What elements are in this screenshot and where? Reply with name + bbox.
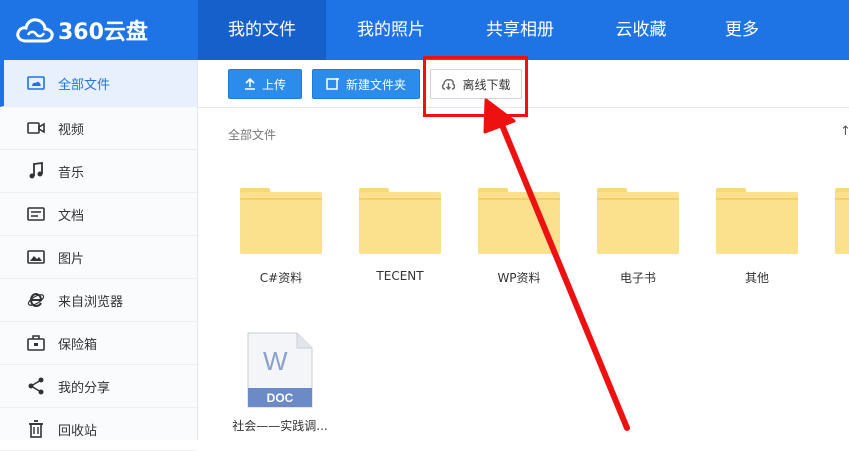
app-logo[interactable]: 360云盘 xyxy=(16,14,148,46)
upload-label: 上传 xyxy=(261,77,286,92)
brand-name: 360云盘 xyxy=(58,20,148,45)
nav-more[interactable]: 更多 xyxy=(698,0,786,60)
sort-arrow-icon[interactable]: ↑ xyxy=(840,124,849,139)
sidebar-item-label: 保险箱 xyxy=(58,337,98,353)
sidebar-item-music[interactable]: 音乐 xyxy=(0,150,197,193)
safe-icon xyxy=(26,333,46,353)
sidebar-item-label: 来自浏览器 xyxy=(58,294,124,310)
nav-my-files[interactable]: 我的文件 xyxy=(198,0,326,60)
document-icon xyxy=(26,204,46,224)
folder-icon[interactable] xyxy=(240,188,322,254)
sidebar-item-label: 回收站 xyxy=(58,423,98,439)
word-document-icon[interactable]: W DOC xyxy=(247,332,313,408)
video-icon xyxy=(26,118,46,138)
cloud-drive-icon xyxy=(26,73,46,93)
folder-icon[interactable] xyxy=(359,188,441,254)
folder-name[interactable]: C#资料 xyxy=(226,269,336,286)
sidebar-item-images[interactable]: 图片 xyxy=(0,236,197,279)
sidebar-item-label: 文档 xyxy=(58,208,85,224)
folder-name[interactable]: 其他 xyxy=(702,269,812,286)
new-folder-label: 新建文件夹 xyxy=(345,77,406,92)
doc-glyph: W xyxy=(263,346,288,376)
sidebar-item-label: 图片 xyxy=(58,251,85,267)
sidebar-item-label: 视频 xyxy=(58,122,85,138)
upload-button[interactable]: 上传 xyxy=(228,69,302,99)
sidebar-item-label: 全部文件 xyxy=(58,77,111,93)
image-icon xyxy=(26,247,46,267)
sidebar: 全部文件 视频 音乐 文档 图片 来自浏览器 保险箱 我的分享 回收站 xyxy=(0,60,198,451)
doc-type-badge: DOC xyxy=(267,391,294,405)
sidebar-item-label: 音乐 xyxy=(58,165,85,181)
folder-icon[interactable] xyxy=(716,188,798,254)
sidebar-item-video[interactable]: 视频 xyxy=(0,107,197,150)
sidebar-item-from-browser[interactable]: 来自浏览器 xyxy=(0,279,197,322)
sidebar-item-my-shares[interactable]: 我的分享 xyxy=(0,365,197,408)
new-folder-icon xyxy=(326,78,339,90)
main-nav: 我的文件 我的照片 共享相册 云收藏 更多 xyxy=(198,0,786,60)
folder-name[interactable]: WP资料 xyxy=(464,269,574,286)
folder-icon[interactable] xyxy=(597,188,679,254)
share-icon xyxy=(26,376,46,396)
sidebar-item-label: 我的分享 xyxy=(58,380,111,396)
folder-name[interactable]: 电子书 xyxy=(583,269,693,286)
folder-name[interactable]: TECENT xyxy=(345,269,455,283)
cloud-logo-icon xyxy=(16,18,54,43)
upload-icon xyxy=(244,78,255,90)
music-icon xyxy=(26,161,46,181)
annotation-highlight-box xyxy=(423,56,528,117)
nav-shared-albums[interactable]: 共享相册 xyxy=(456,0,584,60)
nav-my-photos[interactable]: 我的照片 xyxy=(326,0,456,60)
trash-icon xyxy=(26,419,46,439)
nav-cloud-favorites[interactable]: 云收藏 xyxy=(584,0,698,60)
sidebar-item-safe[interactable]: 保险箱 xyxy=(0,322,197,365)
sidebar-item-recycle-bin[interactable]: 回收站 xyxy=(0,408,197,451)
folder-icon[interactable] xyxy=(478,188,560,254)
breadcrumb[interactable]: 全部文件 xyxy=(228,126,276,143)
document-name[interactable]: 社会——实践调... xyxy=(225,417,335,434)
folder-icon[interactable] xyxy=(835,188,849,254)
sidebar-item-all-files[interactable]: 全部文件 xyxy=(0,60,197,107)
sidebar-item-documents[interactable]: 文档 xyxy=(0,193,197,236)
new-folder-button[interactable]: 新建文件夹 xyxy=(312,69,420,99)
top-bar: 360云盘 我的文件 我的照片 共享相册 云收藏 更多 xyxy=(0,0,849,60)
browser-icon xyxy=(26,290,46,310)
